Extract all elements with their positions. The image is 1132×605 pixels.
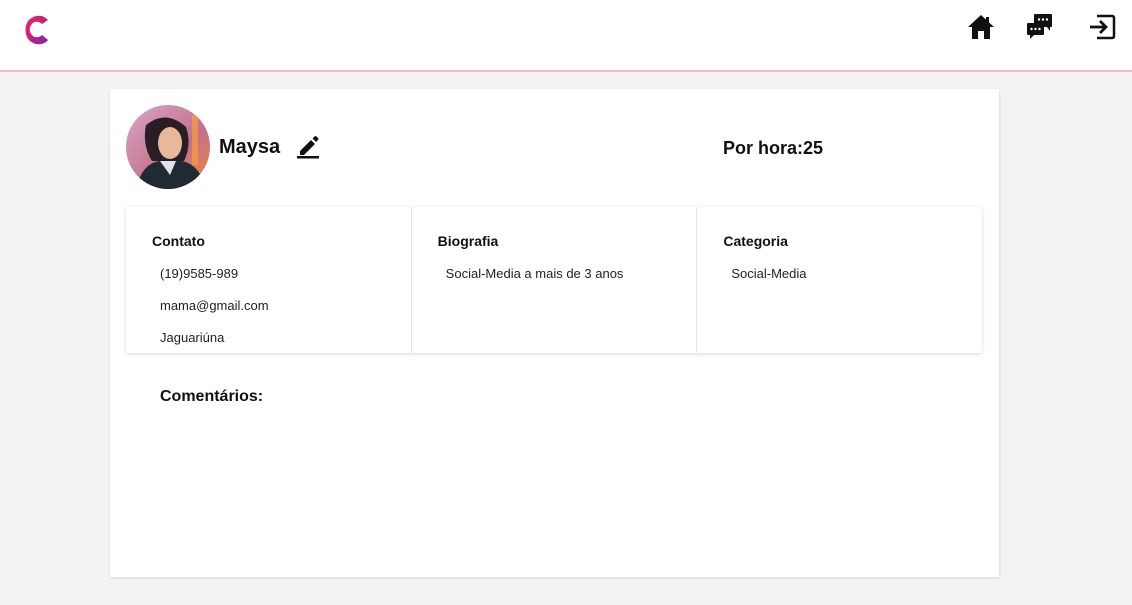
category-title: Categoria (723, 233, 788, 249)
category-text: Social-Media (731, 266, 807, 281)
top-navbar (0, 0, 1132, 72)
profile-name: Maysa (219, 136, 281, 158)
contact-email: mama@gmail.com (160, 298, 269, 313)
bio-text: Social-Media a mais de 3 anos (445, 266, 624, 281)
comments-title: Comentários: (160, 388, 264, 405)
brand-logo-icon[interactable] (22, 12, 52, 48)
contact-city: Jaguariúna (160, 330, 225, 345)
hourly-rate: Por hora:25 (723, 138, 824, 158)
bio-title: Biografia (437, 233, 499, 249)
edit-pencil-icon[interactable] (295, 133, 321, 159)
contact-panel: Contato (19)9585-989 mama@gmail.com Jagu… (126, 207, 412, 353)
chat-icon[interactable] (1025, 12, 1055, 42)
logout-icon[interactable] (1087, 12, 1117, 42)
info-panels: Contato (19)9585-989 mama@gmail.com Jagu… (126, 207, 982, 353)
category-panel: Categoria Social-Media (697, 207, 982, 353)
contact-title: Contato (152, 233, 205, 249)
profile-card: Maysa Por hora:25 Contato (19)9585-989 m… (110, 89, 999, 577)
avatar (126, 105, 210, 189)
home-icon[interactable] (966, 12, 996, 42)
contact-phone: (19)9585-989 (160, 266, 239, 281)
bio-panel: Biografia Social-Media a mais de 3 anos (412, 207, 698, 353)
